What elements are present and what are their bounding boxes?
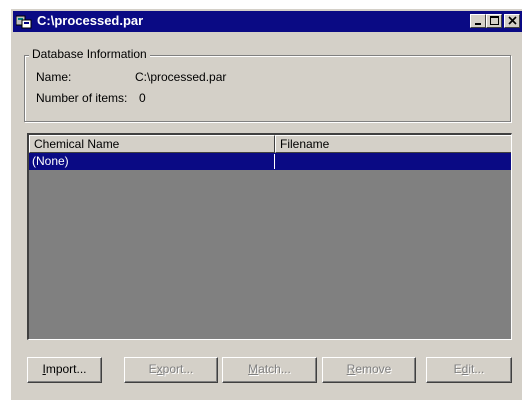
edit-button[interactable]: Edit...: [426, 357, 512, 383]
minimize-button[interactable]: [470, 14, 486, 28]
list-item-chemical-name: (None): [32, 154, 69, 168]
minimize-icon: [475, 23, 481, 25]
export-button[interactable]: Export...: [124, 357, 218, 383]
close-button[interactable]: [504, 14, 520, 28]
item-count-value: 0: [139, 91, 146, 105]
database-window-icon: [15, 14, 32, 29]
import-button[interactable]: Import...: [27, 357, 102, 383]
database-info-group: [24, 55, 511, 122]
item-count-label: Number of items:: [36, 91, 128, 105]
column-divider: [274, 154, 275, 169]
close-icon: [508, 16, 517, 25]
maximize-icon: [490, 16, 499, 25]
list-item[interactable]: (None): [29, 153, 511, 170]
column-header-chemical-name[interactable]: Chemical Name: [29, 135, 275, 153]
name-label: Name:: [36, 70, 72, 84]
window-title: C:\processed.par: [37, 13, 144, 28]
remove-button[interactable]: Remove: [322, 357, 416, 383]
list-header: Chemical Name Filename: [29, 135, 511, 153]
name-value: C:\processed.par: [135, 70, 227, 84]
maximize-button[interactable]: [486, 14, 502, 28]
database-info-legend: Database Information: [29, 46, 150, 62]
chemical-list[interactable]: Chemical Name Filename (None): [27, 133, 512, 340]
match-button[interactable]: Match...: [222, 357, 317, 383]
column-header-filename[interactable]: Filename: [275, 135, 511, 153]
title-bar[interactable]: C:\processed.par: [13, 11, 522, 32]
